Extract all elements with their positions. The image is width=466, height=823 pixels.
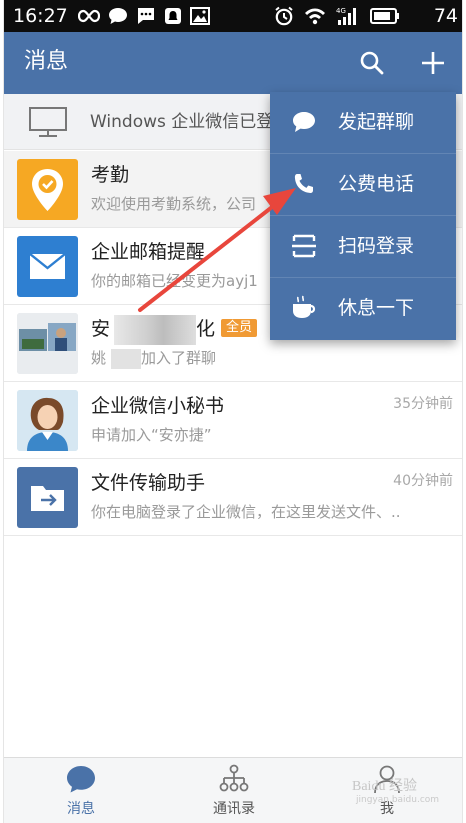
- menu-item-public-call[interactable]: 公费电话: [270, 154, 456, 216]
- conversation-time: 35分钟前: [393, 396, 453, 412]
- tab-messages[interactable]: 消息: [31, 758, 131, 823]
- infinity-icon: [78, 9, 100, 23]
- mail-icon: [29, 253, 66, 279]
- network-type-label: 4G: [336, 7, 346, 15]
- conversation-title-tail: 化: [196, 318, 216, 340]
- message-icon: [65, 764, 97, 794]
- add-button[interactable]: [418, 48, 448, 78]
- assistant-avatar: [17, 390, 78, 451]
- chat-bubble-icon: [290, 108, 318, 136]
- scan-icon: [290, 232, 318, 260]
- app-screen: 16:27 4G 74 消息 Windows 企业微信已登 考勤 欢迎使用考勤系…: [3, 0, 463, 823]
- tab-label: 消息: [67, 801, 95, 817]
- watermark-subtext: jingyan.baidu.com: [356, 795, 440, 805]
- tab-label: 通讯录: [213, 801, 255, 817]
- conversation-time: 40分钟前: [393, 473, 453, 489]
- menu-item-label: 休息一下: [338, 297, 415, 319]
- status-left-icons: [78, 6, 210, 26]
- menu-item-label: 发起群聊: [338, 111, 415, 133]
- status-bar: 16:27 4G 74: [4, 0, 462, 32]
- conversation-item-file-transfer[interactable]: 文件传输助手 你在电脑登录了企业微信，在这里发送文件、.. 40分钟前: [4, 459, 462, 536]
- location-check-icon: [32, 169, 63, 211]
- chat-notify-icon: [109, 8, 127, 24]
- assistant-avatar: [17, 390, 78, 451]
- menu-item-label: 扫码登录: [338, 235, 415, 257]
- coffee-icon: [290, 294, 318, 322]
- menu-item-label: 公费电话: [338, 173, 415, 195]
- search-button[interactable]: [357, 48, 387, 78]
- conversation-item-assistant[interactable]: 企业微信小秘书 申请加入“安亦捷” 35分钟前: [4, 382, 462, 459]
- conversation-title: 文件传输助手: [91, 472, 206, 494]
- group-avatar: [17, 313, 78, 374]
- phone-icon: [290, 170, 318, 198]
- wifi-icon: [305, 8, 325, 25]
- conversation-preview: 姚: [91, 349, 107, 367]
- search-icon: [360, 51, 384, 75]
- plus-icon: [422, 52, 444, 74]
- menu-item-start-group-chat[interactable]: 发起群聊: [270, 92, 456, 154]
- conversation-title: 企业邮箱提醒: [91, 241, 206, 263]
- monitor-icon: [29, 107, 67, 137]
- conversation-title: 企业微信小秘书: [91, 395, 225, 417]
- blurred-name: [114, 315, 196, 345]
- signal-icon: 4G: [336, 7, 356, 25]
- alarm-icon: [275, 6, 293, 26]
- attendance-avatar: [17, 159, 78, 220]
- app-header: 消息: [4, 32, 462, 94]
- battery-icon: [370, 8, 399, 24]
- mail-avatar: [17, 236, 78, 297]
- blurred-preview: [111, 349, 141, 369]
- folder-icon: [31, 486, 64, 511]
- windows-login-text: Windows 企业微信已登: [90, 112, 274, 132]
- watermark-text: Baidu 经验: [352, 779, 417, 794]
- conversation-title: 安: [91, 318, 111, 340]
- image-notify-icon: [190, 7, 210, 25]
- menu-item-take-a-break[interactable]: 休息一下: [270, 278, 456, 340]
- tab-contacts[interactable]: 通讯录: [184, 758, 284, 823]
- conversation-title: 考勤: [91, 164, 130, 186]
- conversation-preview-tail: 加入了群聊: [141, 349, 217, 367]
- group-photo: [17, 313, 78, 374]
- status-right-icons: 4G: [274, 6, 400, 26]
- conversation-preview: 申请加入“安亦捷”: [91, 426, 212, 444]
- add-menu-popup: 发起群聊 公费电话 扫码登录 休息一下: [270, 92, 456, 340]
- battery-percent: 74: [433, 5, 458, 27]
- all-staff-badge: 全员: [221, 319, 258, 337]
- conversation-preview: 你在电脑登录了企业微信，在这里发送文件、..: [91, 503, 401, 521]
- contacts-icon: [218, 764, 250, 794]
- sms-notify-icon: [138, 8, 154, 24]
- status-time: 16:27: [13, 5, 68, 27]
- page-title: 消息: [24, 49, 69, 74]
- app-notify-icon: [165, 8, 181, 24]
- file-transfer-avatar: [17, 467, 78, 528]
- menu-item-scan-login[interactable]: 扫码登录: [270, 216, 456, 278]
